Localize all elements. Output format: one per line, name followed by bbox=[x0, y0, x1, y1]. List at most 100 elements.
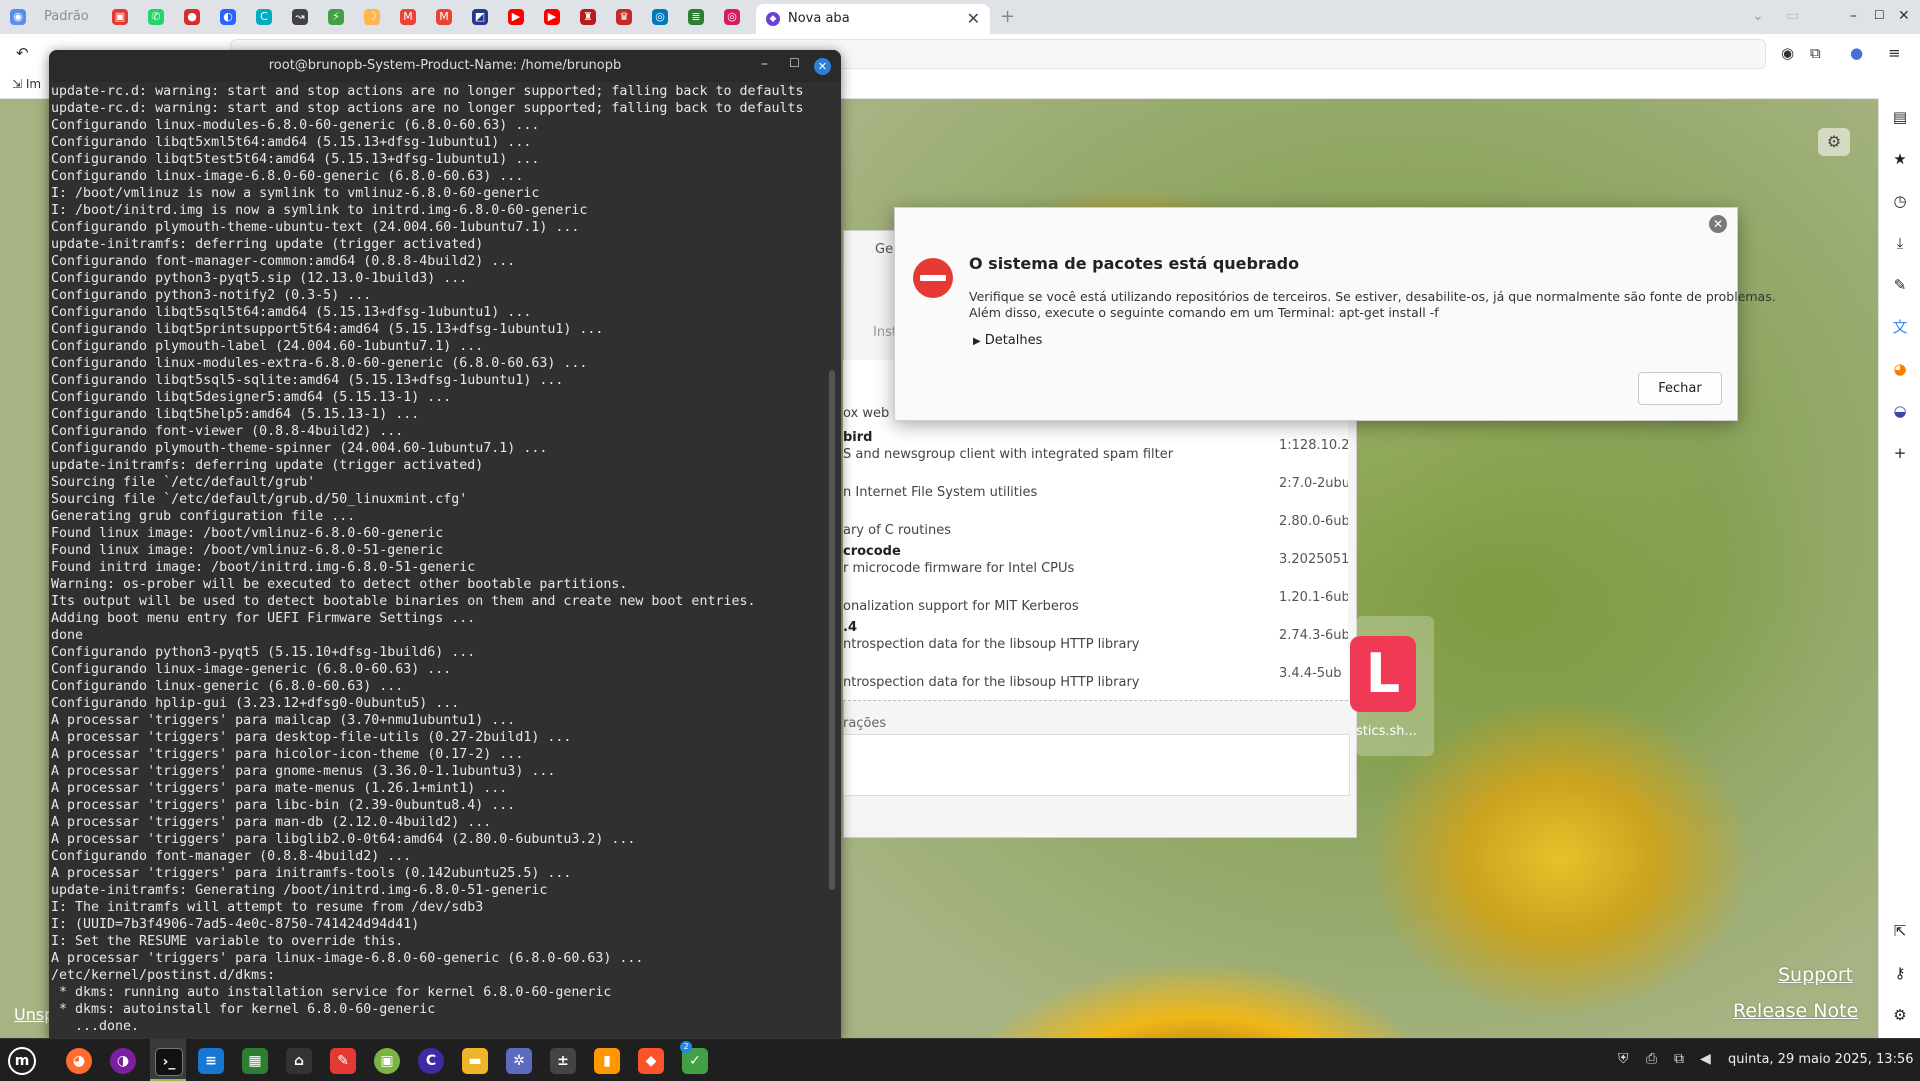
pinned-tab-icon[interactable]: ≣ bbox=[688, 9, 704, 25]
close-icon[interactable]: ✕ bbox=[1709, 215, 1727, 233]
gmail-tab-icon[interactable]: M bbox=[400, 9, 416, 25]
tor-browser-icon[interactable]: ◑ bbox=[110, 1048, 136, 1074]
tab-overview-icon[interactable]: ▭ bbox=[1786, 8, 1799, 24]
terminal-line: A processar 'triggers' para initramfs-to… bbox=[51, 866, 572, 881]
open-external-icon[interactable]: ⇱ bbox=[1891, 922, 1909, 940]
close-button[interactable]: ✕ bbox=[814, 58, 831, 75]
bookmark-star-icon[interactable]: ★ bbox=[1891, 150, 1909, 168]
browser-tab-bar: ◉ Padrão ▣ ✆ ● ◐ C ↝ ⚡ ☽ M M ◩ ▶ ▶ ♜ ♛ ◎… bbox=[0, 0, 1920, 34]
text-editor-icon[interactable]: ≡ bbox=[198, 1048, 224, 1074]
terminal-line: Found initrd image: /boot/initrd.img-6.8… bbox=[51, 560, 476, 575]
browser-profile-icon[interactable]: ◉ bbox=[10, 9, 26, 25]
maximize-button[interactable]: ☐ bbox=[1874, 8, 1885, 22]
gmail-tab-icon[interactable]: M bbox=[436, 9, 452, 25]
key-icon[interactable]: ⚷ bbox=[1891, 964, 1909, 982]
volume-icon[interactable]: ◀ bbox=[1700, 1051, 1711, 1067]
app-icon[interactable]: ✲ bbox=[506, 1048, 532, 1074]
history-icon[interactable]: ◷ bbox=[1891, 192, 1909, 210]
terminal-line: Sourcing file `/etc/default/grub' bbox=[51, 475, 316, 490]
import-bookmarks-button[interactable]: ⇲ Im bbox=[12, 77, 41, 91]
pinned-tab-icon[interactable]: ☽ bbox=[364, 9, 380, 25]
add-sidebar-icon[interactable]: + bbox=[1891, 444, 1909, 462]
tab-new-tab[interactable]: ◆ Nova aba ✕ bbox=[756, 4, 990, 34]
menu-icon[interactable]: ≡ bbox=[1888, 44, 1901, 62]
pinned-tab-icon[interactable]: ◎ bbox=[652, 9, 668, 25]
account-icon[interactable]: ◉ bbox=[1781, 44, 1794, 62]
youtube-tab-icon[interactable]: ▶ bbox=[508, 9, 524, 25]
browser-sidebar: ▤ ★ ◷ ⤓ ✎ 文 ◕ ◒ + ⇱ ⚷ ⚙ bbox=[1878, 98, 1920, 1038]
back-icon[interactable]: ↶ bbox=[16, 44, 29, 62]
download-icon[interactable]: ⤓ bbox=[1891, 234, 1909, 252]
list-item[interactable]: .4 ntrospection data for the libsoup HTT… bbox=[843, 620, 1348, 658]
list-item[interactable]: bird S and newsgroup client with integra… bbox=[843, 430, 1348, 468]
package-version: 2.80.0-6ub bbox=[1279, 514, 1348, 529]
spreadsheet-icon[interactable]: ▦ bbox=[242, 1048, 268, 1074]
calculator-icon[interactable]: ± bbox=[550, 1048, 576, 1074]
terminal-line: Configurando linux-modules-extra-6.8.0-6… bbox=[51, 356, 588, 371]
sidebar-app-icon[interactable]: ◒ bbox=[1891, 402, 1909, 420]
terminal-titlebar[interactable]: root@brunopb-System-Product-Name: /home/… bbox=[49, 50, 841, 82]
firefox-icon[interactable]: ◕ bbox=[66, 1048, 92, 1074]
app-icon[interactable]: ✎ bbox=[330, 1048, 356, 1074]
app-icon[interactable]: C bbox=[418, 1048, 444, 1074]
pinned-tab-icon[interactable]: ♜ bbox=[580, 9, 596, 25]
youtube-tab-icon[interactable]: ▶ bbox=[544, 9, 560, 25]
release-note-link[interactable]: Release Note bbox=[1733, 1000, 1858, 1022]
shield-icon[interactable]: ⛨ bbox=[1618, 1051, 1629, 1067]
gear-icon[interactable]: ⚙ bbox=[1891, 1006, 1909, 1024]
pinned-tab-icon[interactable]: ↝ bbox=[292, 9, 308, 25]
wallet-icon[interactable]: ▤ bbox=[1891, 108, 1909, 126]
tab-close-icon[interactable]: ✕ bbox=[967, 9, 980, 28]
pinned-tab-icon[interactable]: ◐ bbox=[220, 9, 236, 25]
terminal-output[interactable]: update-rc.d: warning: start and stop act… bbox=[51, 83, 821, 1038]
pinned-tab-icon[interactable]: ♛ bbox=[616, 9, 632, 25]
pinned-tab-icon[interactable]: ◩ bbox=[472, 9, 488, 25]
details-expander[interactable]: ▶ Detalhes bbox=[973, 333, 1042, 348]
list-item[interactable]: crocode r microcode firmware for Intel C… bbox=[843, 544, 1348, 582]
list-item[interactable]: onalization support for MIT Kerberos 1.2… bbox=[843, 582, 1348, 620]
pinned-tab-icon[interactable]: ⚡ bbox=[328, 9, 344, 25]
list-item[interactable]: ntrospection data for the libsoup HTTP l… bbox=[843, 658, 1348, 696]
app-icon[interactable]: ▣ bbox=[374, 1048, 400, 1074]
extensions-icon[interactable]: ⧉ bbox=[1810, 44, 1821, 62]
pinned-tab-icon[interactable]: C bbox=[256, 9, 272, 25]
list-item[interactable]: ary of C routines 2.80.0-6ub bbox=[843, 506, 1348, 544]
printer-icon[interactable]: ⎙ bbox=[1646, 1051, 1657, 1067]
maximize-button[interactable]: ☐ bbox=[789, 56, 800, 70]
description-box bbox=[843, 734, 1350, 796]
pinned-tab-icon[interactable]: ▣ bbox=[112, 9, 128, 25]
whatsapp-tab-icon[interactable]: ✆ bbox=[148, 9, 164, 25]
package-description: ary of C routines bbox=[843, 523, 951, 538]
new-tab-button[interactable]: + bbox=[1000, 6, 1015, 27]
sidebar-app-icon[interactable]: ◕ bbox=[1891, 360, 1909, 378]
instagram-tab-icon[interactable]: ◎ bbox=[724, 9, 740, 25]
list-item[interactable]: n Internet File System utilities 2:7.0-2… bbox=[843, 468, 1348, 506]
desktop-shortcut[interactable]: L stics.sh... bbox=[1350, 616, 1434, 756]
app-icon[interactable]: ▮ bbox=[594, 1048, 620, 1074]
close-button[interactable]: Fechar bbox=[1638, 372, 1722, 405]
minimize-button[interactable]: – bbox=[761, 56, 768, 72]
terminal-icon[interactable]: ›_ bbox=[155, 1048, 183, 1076]
pinned-tab-icon[interactable]: ● bbox=[184, 9, 200, 25]
support-link[interactable]: Support bbox=[1778, 964, 1853, 986]
folder-icon[interactable]: ▬ bbox=[462, 1048, 488, 1074]
gear-icon[interactable]: ⚙ bbox=[1818, 128, 1850, 156]
app-icon[interactable]: ⌂ bbox=[286, 1048, 312, 1074]
terminal-line: update-initramfs: deferring update (trig… bbox=[51, 237, 484, 252]
terminal-line: Configurando hplip-gui (3.23.12+dfsg0-0u… bbox=[51, 696, 460, 711]
scrollbar[interactable] bbox=[829, 370, 835, 890]
clock[interactable]: quinta, 29 maio 2025, 13:56 bbox=[1728, 1052, 1914, 1067]
pen-icon[interactable]: ✎ bbox=[1891, 276, 1909, 294]
terminal-line: A processar 'triggers' para linux-image-… bbox=[51, 951, 644, 966]
minimize-button[interactable]: – bbox=[1850, 8, 1857, 24]
profile-label[interactable]: Padrão bbox=[44, 9, 89, 24]
dialog-title: O sistema de pacotes está quebrado bbox=[969, 254, 1300, 273]
profile-avatar-icon[interactable]: ● bbox=[1850, 44, 1863, 62]
mint-menu-icon[interactable]: m bbox=[8, 1047, 36, 1075]
terminal-line: * dkms: running auto installation servic… bbox=[51, 985, 612, 1000]
chevron-down-icon[interactable]: ⌄ bbox=[1752, 8, 1764, 24]
brave-icon[interactable]: ◆ bbox=[638, 1048, 664, 1074]
translate-icon[interactable]: 文 bbox=[1891, 318, 1909, 336]
network-icon[interactable]: ⧉ bbox=[1674, 1051, 1684, 1067]
close-window-button[interactable]: ✕ bbox=[1898, 8, 1910, 24]
